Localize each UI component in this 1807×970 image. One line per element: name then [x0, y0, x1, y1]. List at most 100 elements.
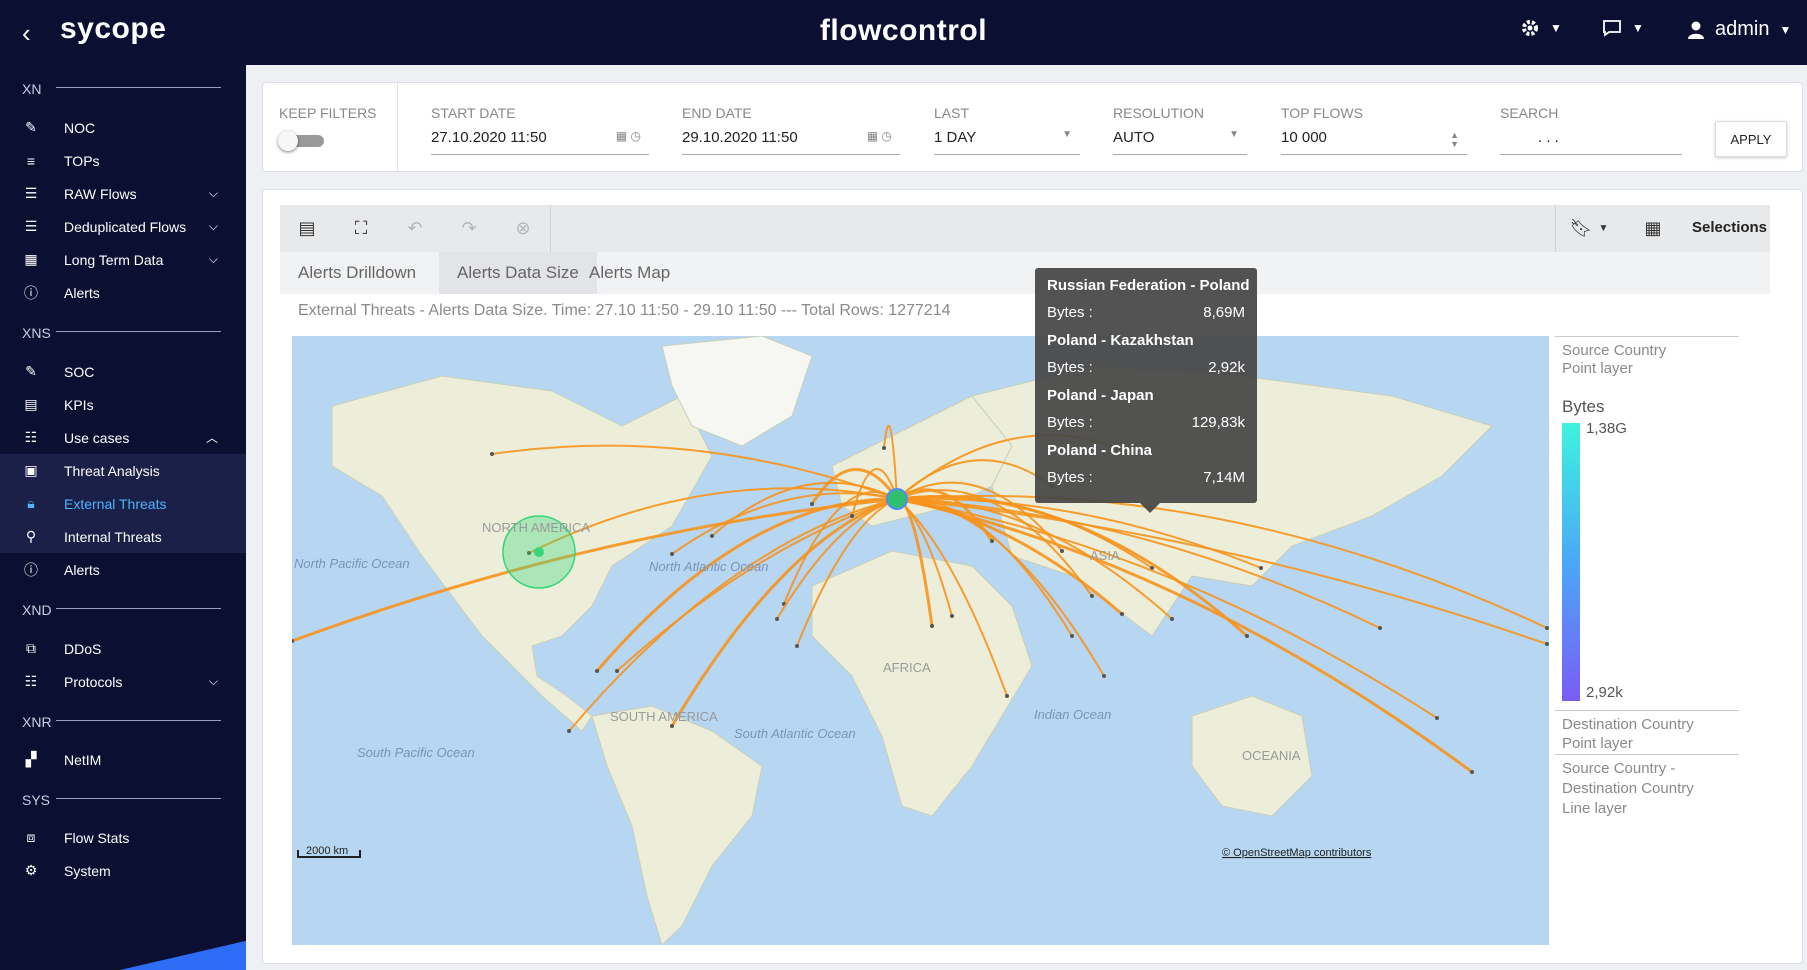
destination-point[interactable]	[810, 502, 814, 506]
sidebar-item-kpis[interactable]: ▤ KPIs	[0, 388, 246, 421]
destination-point[interactable]	[1245, 634, 1249, 638]
chevron-down-icon: ▼	[1062, 129, 1072, 140]
tab-alerts-drilldown[interactable]: Alerts Drilldown	[280, 252, 434, 294]
redo-icon[interactable]: ↷	[442, 205, 496, 252]
tooltip-pair: Poland - China	[1047, 442, 1152, 459]
destination-point[interactable]	[850, 514, 854, 518]
decorative-wedge	[120, 940, 246, 970]
sidebar-item-flow-stats[interactable]: ⧈ Flow Stats	[0, 821, 246, 854]
destination-point[interactable]	[595, 669, 599, 673]
calendar-clock-icon[interactable]: ▦ ◷	[616, 129, 641, 143]
search-input[interactable]: . . .	[1500, 129, 1682, 155]
resolution-select[interactable]: AUTO ▼	[1113, 129, 1247, 155]
sidebar-item-threat-analysis[interactable]: ▣ Threat Analysis	[0, 454, 246, 487]
grid-icon[interactable]: ▦	[1626, 205, 1680, 252]
section-xnd: XND	[22, 602, 52, 618]
sidebar-item-system[interactable]: ⚙ System	[0, 854, 246, 887]
end-date-field[interactable]: 29.10.2020 11:50 ▦ ◷	[682, 129, 900, 155]
undo-icon[interactable]: ↶	[388, 205, 442, 252]
destination-point[interactable]	[670, 552, 674, 556]
chevron-up-icon[interactable]: ︿	[206, 429, 218, 446]
monitor-icon: ▣	[24, 462, 38, 478]
chevron-down-icon: ▼	[1779, 22, 1792, 37]
chevron-down-icon[interactable]: ⌵	[209, 219, 218, 234]
archive-icon[interactable]: ▤	[280, 205, 334, 252]
sidebar-item-alerts-xns[interactable]: ⓘ Alerts	[0, 553, 246, 586]
tooltip-bytes-label: Bytes :	[1047, 414, 1093, 431]
destination-point[interactable]	[930, 624, 934, 628]
destination-point[interactable]	[1378, 626, 1382, 630]
tooltip-bytes-label: Bytes :	[1047, 469, 1093, 486]
last-select[interactable]: 1 DAY ▼	[934, 129, 1080, 155]
destination-point[interactable]	[490, 452, 494, 456]
sidebar-item-internal-threats[interactable]: ⚲ Internal Threats	[0, 520, 246, 553]
tooltip-row: Bytes : 2,92k	[1047, 355, 1245, 386]
sidebar-item-soc[interactable]: ✎ SOC	[0, 355, 246, 388]
sidebar-item-protocols[interactable]: ☷ Protocols ⌵	[0, 665, 246, 698]
divider	[56, 720, 221, 721]
label-north-atlantic: North Atlantic Ocean	[649, 559, 768, 574]
keep-filters-toggle[interactable]	[278, 131, 326, 151]
top-flows-stepper[interactable]: 10 000 ▲ ▼	[1281, 129, 1467, 155]
sidebar-item-external-threats[interactable]: 🔒︎ External Threats	[0, 487, 246, 520]
destination-point[interactable]	[670, 724, 674, 728]
selections-button[interactable]: Selections	[1692, 219, 1767, 236]
map-tooltip: Russian Federation - Poland Bytes : 8,69M…	[1035, 268, 1257, 513]
destination-point[interactable]	[615, 669, 619, 673]
clear-icon[interactable]: ⊗	[496, 205, 550, 252]
zoom-select-icon[interactable]: ⛶	[334, 205, 388, 252]
destination-point[interactable]	[990, 539, 994, 543]
destination-point[interactable]	[1545, 626, 1549, 630]
destination-point[interactable]	[1545, 642, 1549, 646]
sidebar-item-raw-flows[interactable]: ☰ RAW Flows ⌵	[0, 177, 246, 210]
destination-point[interactable]	[1170, 617, 1174, 621]
label-north-pacific: North Pacific Ocean	[294, 556, 410, 571]
chart-subtitle: External Threats - Alerts Data Size. Tim…	[298, 302, 951, 319]
sidebar-item-long-term-data[interactable]: ▦ Long Term Data ⌵	[0, 243, 246, 276]
messages-menu[interactable]: ▼	[1602, 18, 1644, 38]
destination-point[interactable]	[775, 617, 779, 621]
calendar-clock-icon[interactable]: ▦ ◷	[867, 129, 892, 143]
chevron-down-icon[interactable]: ⌵	[209, 186, 218, 201]
destination-point[interactable]	[1090, 594, 1094, 598]
destination-point[interactable]	[1060, 549, 1064, 553]
destination-point[interactable]	[1005, 694, 1009, 698]
sidebar-item-netim[interactable]: ▞ NetIM	[0, 743, 246, 776]
attribution[interactable]: © OpenStreetMap contributors	[1222, 847, 1372, 859]
chevron-down-icon[interactable]: ⌵	[209, 252, 218, 267]
main-panel: ▤ ⛶ ↶ ↷ ⊗ 🔖︎ ▼ ▦ Selections Alerts Drilld…	[262, 189, 1803, 964]
destination-point[interactable]	[882, 446, 886, 450]
apply-button[interactable]: APPLY	[1715, 121, 1787, 157]
destination-point[interactable]	[795, 644, 799, 648]
destination-point[interactable]	[1470, 770, 1474, 774]
start-date-field[interactable]: 27.10.2020 11:50 ▦ ◷	[431, 129, 649, 155]
destination-point[interactable]	[1259, 566, 1263, 570]
destination-point[interactable]	[1120, 612, 1124, 616]
chevron-down-icon[interactable]: ⌵	[209, 674, 218, 689]
stepper-arrows-icon[interactable]: ▲ ▼	[1450, 131, 1459, 149]
sidebar-item-tops[interactable]: ≡ TOPs	[0, 144, 246, 177]
world-map[interactable]: NORTH AMERICA North Pacific Ocean North At…	[292, 336, 1549, 945]
sidebar-item-alerts[interactable]: ⓘ Alerts	[0, 276, 246, 309]
sidebar-item-noc[interactable]: ✎ NOC	[0, 111, 246, 144]
destination-point[interactable]	[1435, 716, 1439, 720]
user-menu[interactable]: admin ▼	[1687, 18, 1791, 41]
destination-point[interactable]	[567, 729, 571, 733]
destination-point[interactable]	[1070, 634, 1074, 638]
tooltip-bytes-label: Bytes :	[1047, 359, 1093, 376]
destination-point[interactable]	[710, 534, 714, 538]
sidebar-item-deduplicated-flows[interactable]: ☰ Deduplicated Flows ⌵	[0, 210, 246, 243]
end-date-value: 29.10.2020 11:50	[682, 129, 798, 146]
sidebar-item-label: Deduplicated Flows	[64, 218, 187, 235]
sidebar-item-use-cases[interactable]: ☷ Use cases ︿	[0, 421, 246, 454]
tab-alerts-map[interactable]: Alerts Map	[571, 252, 688, 294]
destination-point[interactable]	[1102, 674, 1106, 678]
bookmark-icon[interactable]: 🔖︎ ▼	[1562, 205, 1616, 252]
destination-point[interactable]	[950, 614, 954, 618]
settings-menu[interactable]: ▼	[1520, 18, 1562, 38]
sidebar: XN ✎ NOC ≡ TOPs ☰ RAW Flows ⌵ ☰ Deduplicated …	[0, 65, 246, 970]
map-canvas[interactable]: NORTH AMERICA North Pacific Ocean North At…	[292, 336, 1549, 945]
sidebar-item-ddos[interactable]: ⧉ DDoS	[0, 632, 246, 665]
source-point-poland[interactable]	[886, 488, 908, 510]
divider	[1555, 205, 1556, 252]
